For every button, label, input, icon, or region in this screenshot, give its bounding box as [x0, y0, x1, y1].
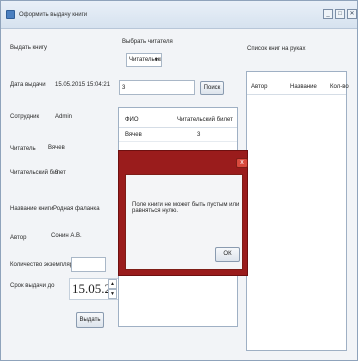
due-label: Срок выдачи до [10, 283, 55, 289]
readers-table-header: ФИО Читательский билет [119, 114, 237, 128]
issue-button[interactable]: Выдать [76, 312, 104, 328]
issue-heading: Выдать книгу [10, 45, 48, 51]
window-title: Оформить выдачу книги [19, 12, 88, 18]
ticket-value: 3 [55, 170, 59, 176]
column-header-name: ФИО [125, 117, 139, 123]
cell-reader-ticket: 3 [197, 132, 201, 138]
close-button[interactable]: ✕ [347, 9, 357, 19]
column-header-count: Кол-во [330, 84, 349, 90]
author-value: Сонин А.В. [51, 233, 82, 239]
due-date-down-icon[interactable]: ▼ [108, 289, 117, 299]
reader-panel-heading: Выбрать читателя [122, 39, 173, 45]
reader-value: Вячев [48, 145, 65, 151]
book-label: Название книги [10, 206, 54, 212]
author-label: Автор [10, 235, 27, 241]
employee-label: Сотрудник [10, 114, 40, 120]
date-value: 15.05.2015 15:04:21 [55, 82, 111, 88]
cell-reader-name: Вячев [125, 132, 142, 138]
books-table-header: Автор Название Кол-во [247, 81, 349, 95]
column-header-author: Автор [251, 84, 268, 90]
maximize-button[interactable]: □ [335, 9, 345, 19]
app-icon [6, 10, 15, 19]
error-dialog: x Поле книги не может быть пустым или ра… [118, 150, 248, 276]
date-label: Дата выдачи [10, 82, 46, 88]
ok-button[interactable]: ОК [215, 247, 240, 262]
title-bar[interactable]: Оформить выдачу книги _ □ ✕ [1, 1, 357, 29]
dialog-body: Поле книги не может быть пустым или равн… [125, 174, 243, 270]
reader-search-input[interactable]: 3 [119, 80, 195, 95]
column-header-title: Название [290, 84, 317, 90]
dialog-message: Поле книги не может быть пустым или равн… [132, 202, 240, 214]
issue-book-window: Оформить выдачу книги _ □ ✕ Выдать книгу… [0, 0, 358, 361]
close-icon[interactable]: x [236, 158, 248, 168]
due-date-up-icon[interactable]: ▲ [108, 279, 117, 289]
chevron-down-icon: ▼ [154, 57, 159, 63]
books-table[interactable]: Автор Название Кол-во [246, 71, 349, 351]
table-row[interactable]: Вячев 3 [119, 130, 237, 142]
employee-value: Admin [55, 114, 73, 120]
minimize-button[interactable]: _ [323, 9, 333, 19]
copies-label: Количество экземпляров [10, 262, 80, 268]
column-header-ticket: Читательский билет [177, 117, 233, 123]
books-panel-heading: Список книг на руках [247, 46, 306, 52]
book-value: Родная фаланка [53, 206, 100, 212]
search-button[interactable]: Поиск [200, 81, 224, 95]
copies-input[interactable] [71, 257, 106, 272]
reader-label: Читатель [10, 146, 36, 152]
